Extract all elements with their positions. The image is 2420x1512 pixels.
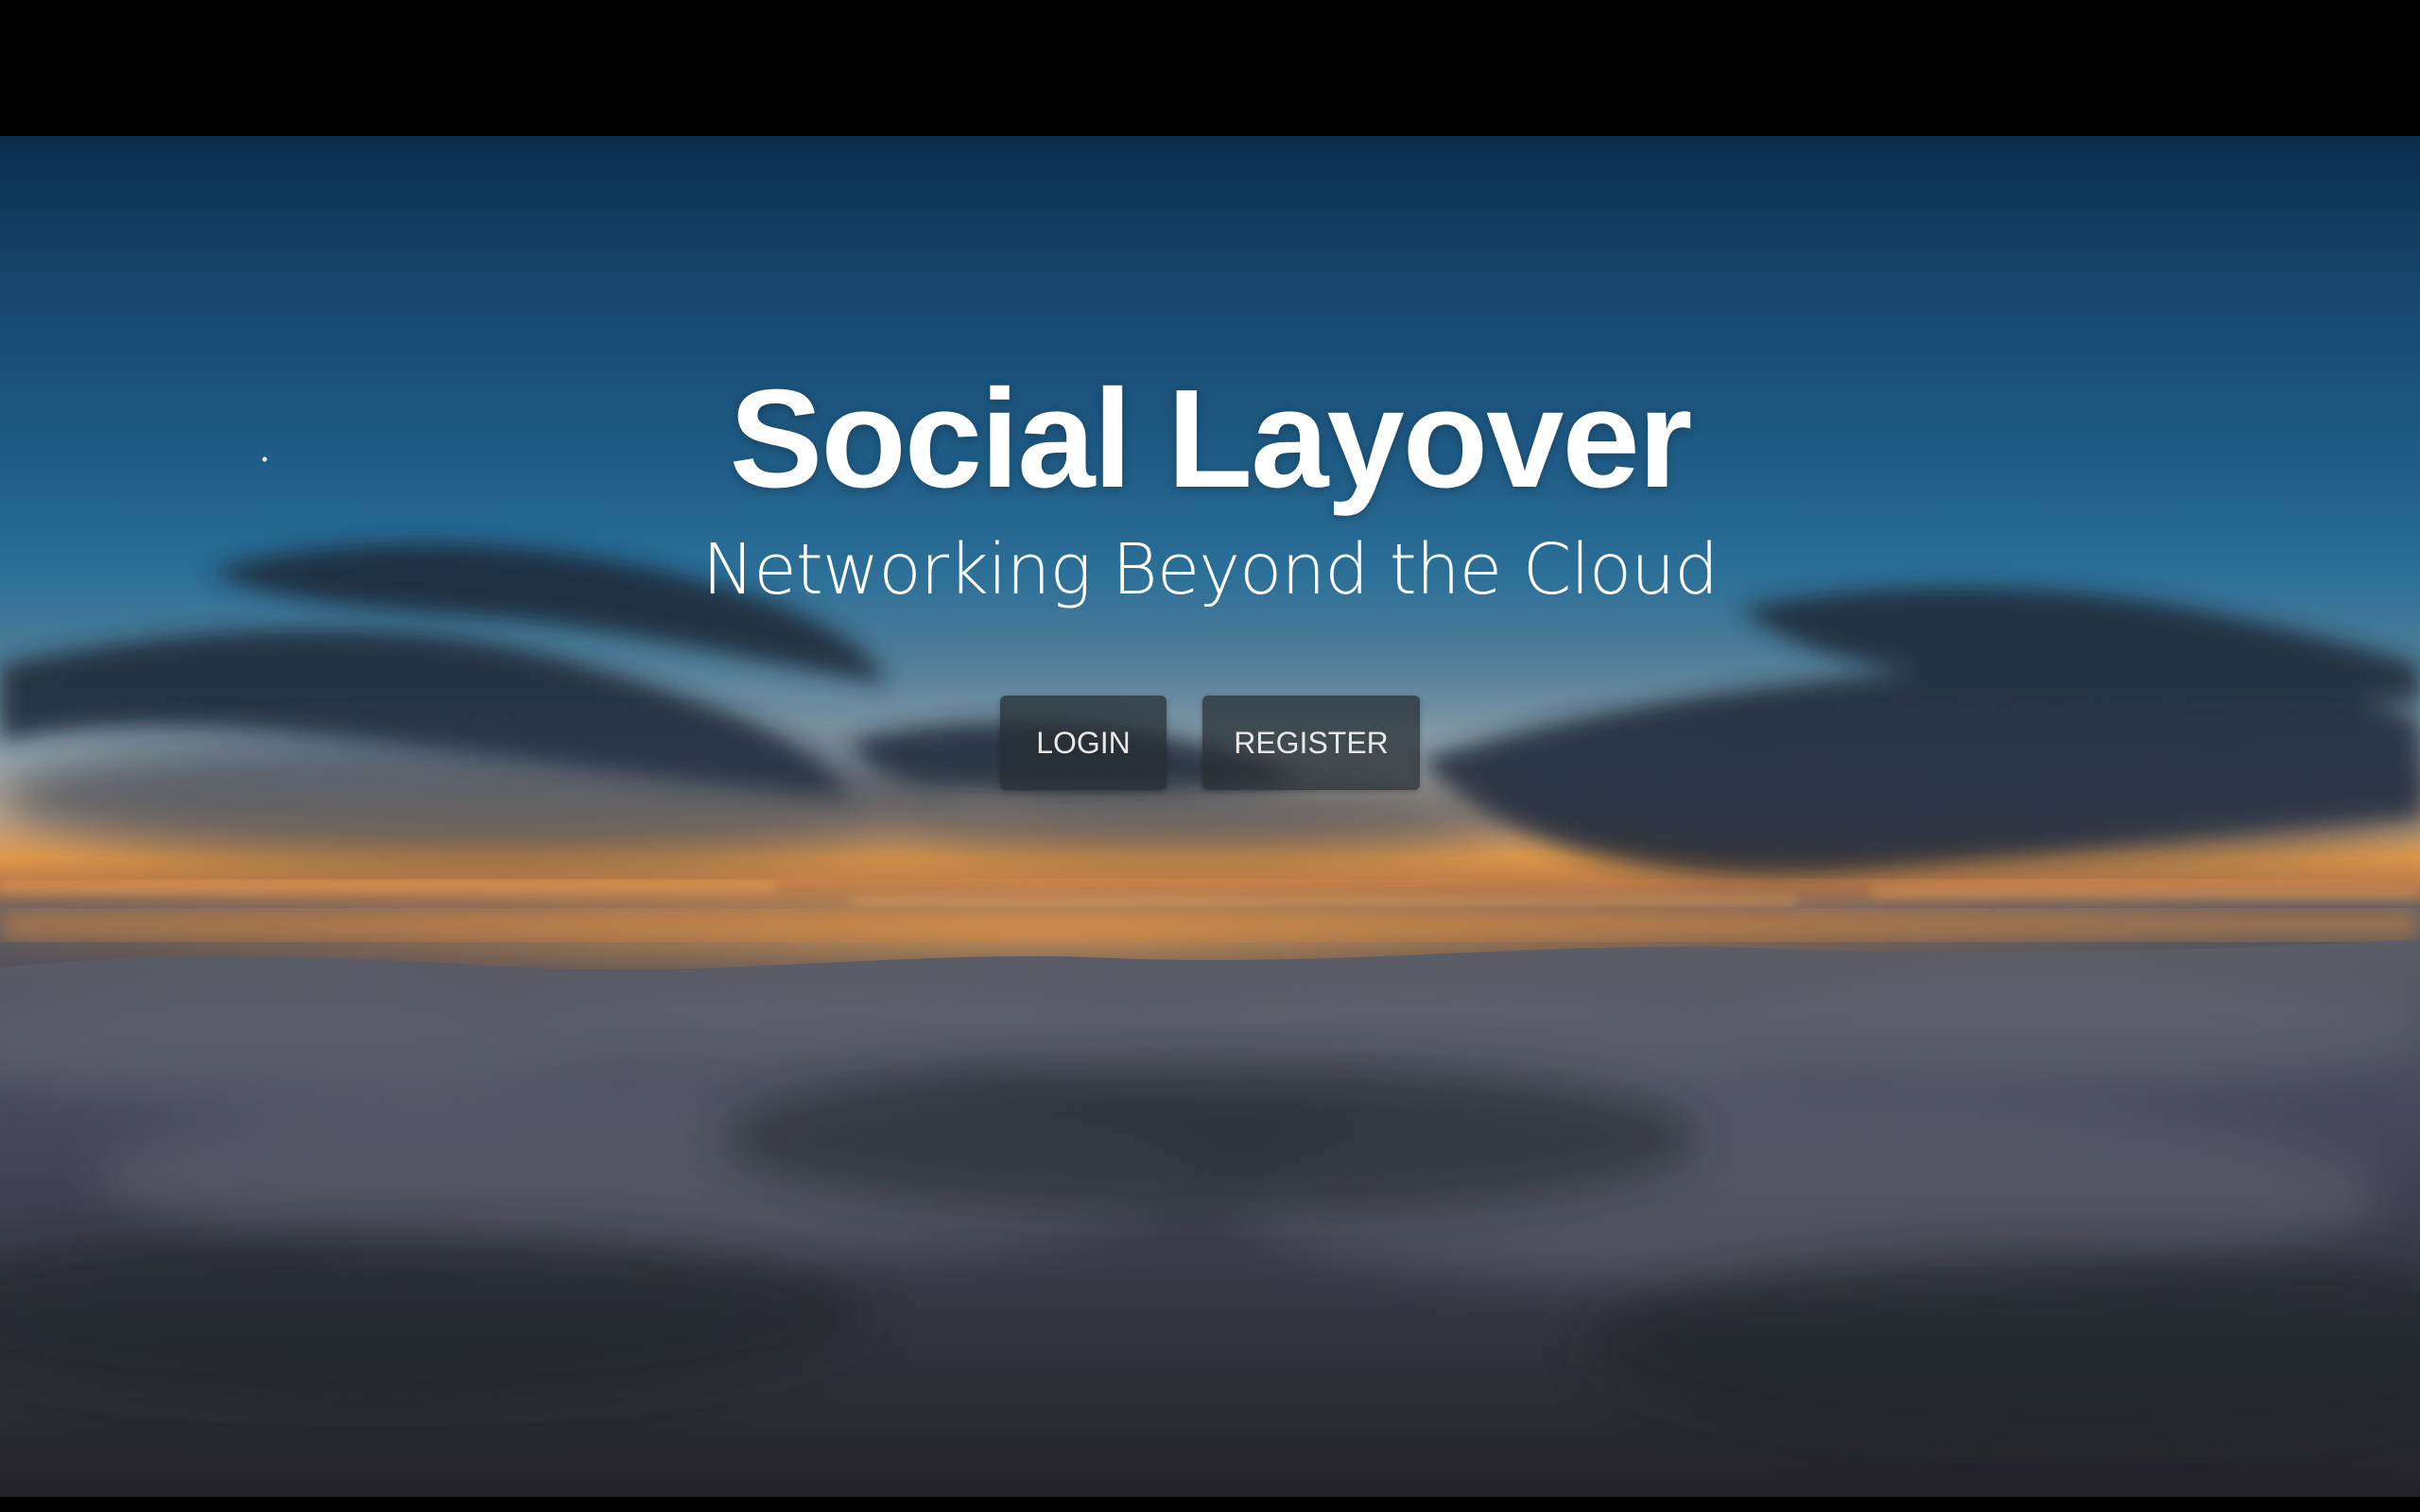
auth-actions: LOGIN REGISTER (0, 696, 2420, 790)
page-subtitle: Networking Beyond the Cloud (701, 529, 1719, 610)
register-button[interactable]: REGISTER (1202, 696, 1420, 790)
login-button[interactable]: LOGIN (1000, 696, 1167, 790)
hero-section: Social Layover Networking Beyond the Clo… (0, 136, 2420, 1497)
sunset-clouds-icon (0, 456, 2420, 1497)
app-window: Social Layover Networking Beyond the Clo… (0, 0, 2420, 1512)
page-title: Social Layover (729, 361, 1693, 517)
bottom-letterbox-bar (0, 1497, 2420, 1512)
top-letterbox-bar (0, 0, 2420, 136)
